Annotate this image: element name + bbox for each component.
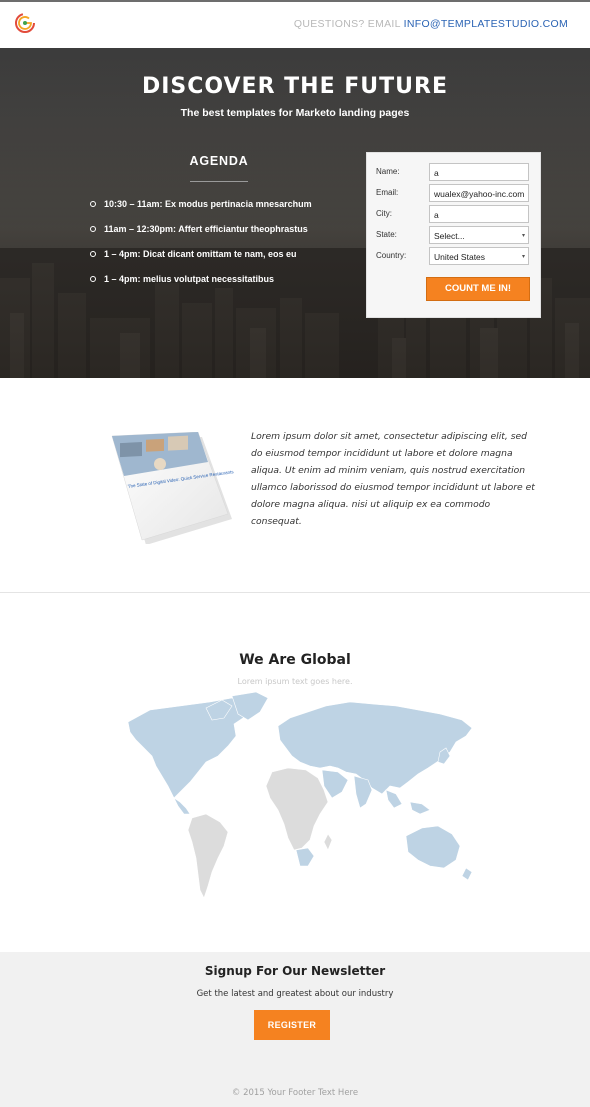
country-row: Country: United States ▾	[367, 247, 542, 266]
state-select[interactable]: Select... ▾	[429, 226, 529, 244]
chevron-down-icon: ▾	[521, 254, 525, 260]
contact-info: QUESTIONS? EMAIL INFO@TEMPLATESTUDIO.COM	[294, 18, 568, 30]
country-select-value: United States	[434, 252, 486, 262]
agenda-item: 1 – 4pm: melius volutpat necessitatibus	[90, 273, 312, 298]
state-select-value: Select...	[434, 231, 465, 241]
name-field[interactable]: a	[429, 163, 529, 181]
hero-section: DISCOVER THE FUTURE The best templates f…	[0, 48, 590, 378]
section-divider	[0, 592, 590, 593]
name-label: Name:	[376, 167, 400, 176]
map-muted-regions	[187, 767, 333, 899]
agenda-divider	[190, 181, 248, 182]
agenda-list: 10:30 – 11am: Ex modus pertinacia mnesar…	[90, 198, 312, 298]
country-label: Country:	[376, 251, 407, 260]
agenda-item: 1 – 4pm: Dicat dicant omittam te nam, eo…	[90, 248, 312, 273]
state-row: State: Select... ▾	[367, 226, 542, 245]
count-me-in-button[interactable]: COUNT ME IN!	[426, 277, 530, 301]
global-title: We Are Global	[239, 652, 351, 668]
city-field[interactable]: a	[429, 205, 529, 223]
ebook-cover-image: The State of Digital Video: Quick Servic…	[111, 432, 234, 544]
state-label: State:	[376, 230, 397, 239]
templatestudio-logo-icon[interactable]	[14, 12, 36, 34]
chevron-down-icon: ▾	[521, 233, 525, 239]
contact-email-link[interactable]: INFO@TEMPLATESTUDIO.COM	[404, 18, 568, 30]
register-button[interactable]: REGISTER	[254, 1010, 330, 1040]
contact-prefix: QUESTIONS? EMAIL	[293, 18, 404, 30]
city-row: City: a	[367, 205, 542, 224]
hero-title: DISCOVER THE FUTURE	[141, 74, 449, 99]
signup-form: Name: a Email: wualex@yahoo-inc.com City…	[366, 152, 541, 318]
ebook-description: Lorem ipsum dolor sit amet, consectetur …	[251, 431, 535, 527]
agenda-item: 10:30 – 11am: Ex modus pertinacia mnesar…	[90, 198, 312, 223]
newsletter-section: Signup For Our Newsletter Get the latest…	[0, 952, 590, 1107]
world-map	[127, 691, 473, 899]
hero-subtitle: The best templates for Marketo landing p…	[180, 107, 410, 119]
newsletter-subtitle: Get the latest and greatest about our in…	[196, 989, 394, 999]
email-label: Email:	[376, 188, 399, 197]
city-label: City:	[376, 209, 392, 218]
country-select[interactable]: United States ▾	[429, 247, 529, 265]
agenda-title: AGENDA	[189, 154, 249, 168]
newsletter-title: Signup For Our Newsletter	[204, 964, 386, 978]
email-row: Email: wualex@yahoo-inc.com	[367, 184, 542, 203]
name-row: Name: a	[367, 163, 542, 182]
footer-text: © 2015 Your Footer Text Here	[231, 1088, 359, 1098]
email-field[interactable]: wualex@yahoo-inc.com	[429, 184, 529, 202]
global-subtitle: Lorem ipsum text goes here.	[237, 677, 353, 686]
site-header: QUESTIONS? EMAIL INFO@TEMPLATESTUDIO.COM	[0, 2, 590, 48]
agenda-item: 11am – 12:30pm: Affert efficiantur theop…	[90, 223, 312, 248]
